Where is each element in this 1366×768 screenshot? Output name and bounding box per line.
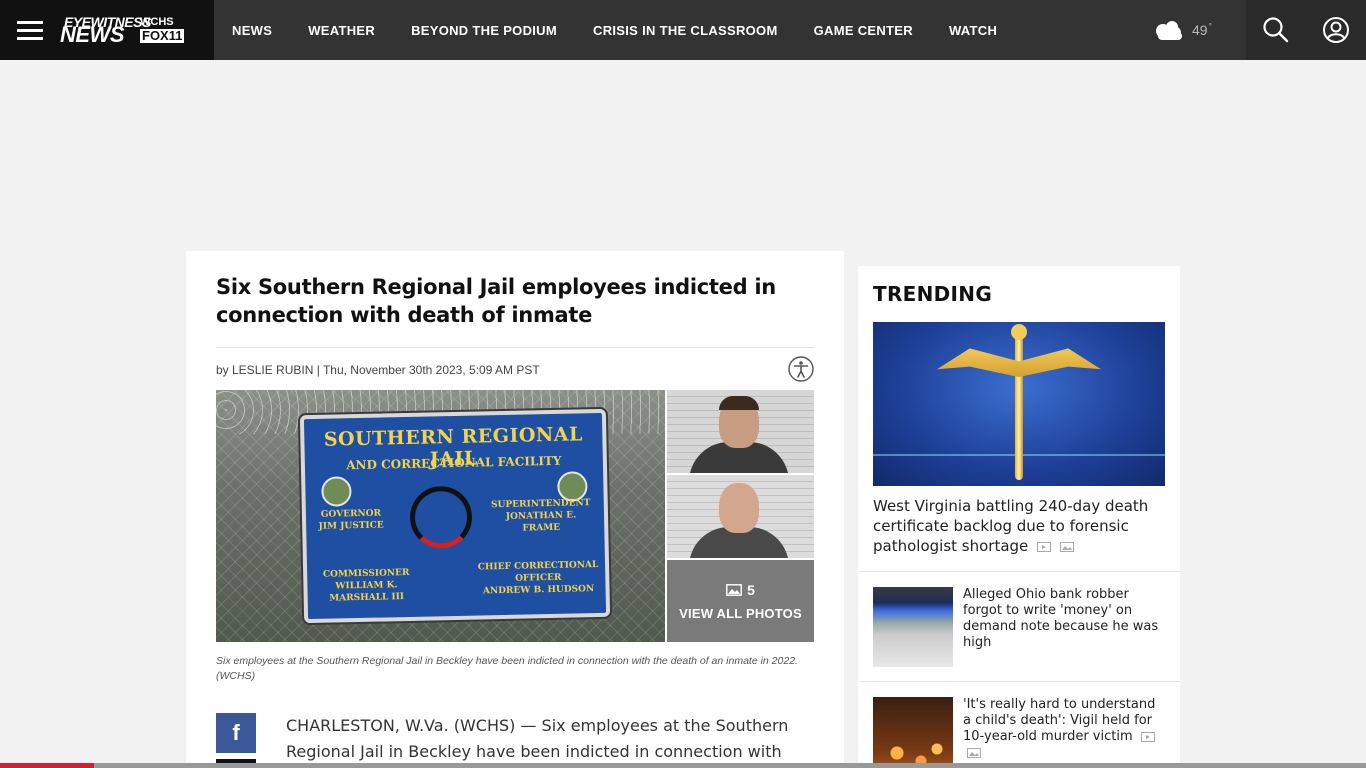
- article-body: CHARLESTON, W.Va. (WCHS) — Six employees…: [286, 716, 789, 761]
- site-logo[interactable]: EYEWITNESS NEWS WCHS FOX11: [60, 0, 214, 60]
- logo-fox: FOX11: [140, 28, 185, 43]
- header-tools: [1246, 0, 1366, 60]
- trending-thumbnail: [873, 587, 953, 667]
- divider: [858, 681, 1180, 682]
- nav-weather[interactable]: WEATHER: [308, 23, 375, 38]
- facebook-icon: f: [232, 720, 240, 745]
- trending-thumbnail: [873, 697, 953, 768]
- gallery-thumbnail-1[interactable]: [667, 390, 814, 473]
- temperature: 49°: [1192, 22, 1212, 38]
- nav-beyond-the-podium[interactable]: BEYOND THE PODIUM: [411, 23, 557, 38]
- state-seal-icon: [321, 476, 352, 507]
- image-icon: [1059, 541, 1074, 552]
- divider: [216, 347, 814, 348]
- mugshot-head: [719, 483, 759, 533]
- divider: [858, 571, 1180, 572]
- trending-lead-image[interactable]: [873, 322, 1165, 486]
- user-icon[interactable]: [1320, 14, 1352, 46]
- article-byline: by LESLIE RUBIN | Thu, November 30th 202…: [216, 363, 540, 377]
- photo-count: 5: [726, 582, 755, 598]
- image-icon: [967, 747, 981, 758]
- sign-superintendent: SUPERINTENDENT JONATHAN E. FRAME: [491, 498, 591, 534]
- trending-item-headline: Alleged Ohio bank robber forgot to write…: [963, 587, 1159, 650]
- trending-item-headline: 'It's really hard to understand a child'…: [963, 697, 1165, 761]
- main-nav: NEWS WEATHER BEYOND THE PODIUM CRISIS IN…: [214, 0, 1015, 60]
- trending-title: TRENDING: [873, 282, 993, 306]
- logo-wchs: WCHS: [140, 16, 174, 28]
- nav-game-center[interactable]: GAME CENTER: [814, 23, 913, 38]
- photo-caption: Six employees at the Southern Regional J…: [216, 655, 798, 682]
- gallery-thumbnail-2[interactable]: [667, 475, 814, 558]
- caduceus-staff: [1015, 330, 1023, 480]
- top-navigation-bar: EYEWITNESS NEWS WCHS FOX11 NEWS WEATHER …: [0, 0, 1366, 60]
- logo-news: NEWS: [60, 22, 125, 47]
- search-icon[interactable]: [1260, 14, 1292, 46]
- nav-news[interactable]: NEWS: [232, 23, 272, 38]
- image-icon: [726, 583, 742, 596]
- photo-gallery: SOUTHERN REGIONAL JAIL AND CORRECTIONAL …: [216, 390, 814, 642]
- trending-panel: TRENDING West Virginia battling 240-day …: [858, 266, 1180, 768]
- article-headline: Six Southern Regional Jail employees ind…: [216, 275, 776, 327]
- sign-commissioner: COMMISSIONER WILLIAM K. MARSHALL III: [322, 567, 410, 604]
- view-all-photos-label: VIEW ALL PHOTOS: [679, 605, 802, 621]
- view-all-photos-button[interactable]: 5 VIEW ALL PHOTOS: [667, 560, 814, 642]
- reading-progress-track: [0, 763, 1366, 768]
- video-icon: [1140, 731, 1155, 742]
- sign-governor: GOVERNOR JIM JUSTICE: [318, 508, 384, 532]
- accessibility-icon[interactable]: [788, 356, 814, 382]
- reading-progress-bar: [0, 763, 95, 768]
- nav-crisis-in-the-classroom[interactable]: CRISIS IN THE CLASSROOM: [593, 23, 778, 38]
- jail-sign: SOUTHERN REGIONAL JAIL AND CORRECTIONAL …: [299, 408, 611, 624]
- cloudy-icon: [1156, 21, 1182, 40]
- facebook-share-button[interactable]: f: [216, 713, 256, 753]
- nav-watch[interactable]: WATCH: [949, 23, 997, 38]
- video-icon: [1037, 541, 1052, 552]
- main-photo[interactable]: SOUTHERN REGIONAL JAIL AND CORRECTIONAL …: [216, 390, 665, 642]
- circle-emblem-icon: [409, 485, 473, 549]
- trending-item-1[interactable]: Alleged Ohio bank robber forgot to write…: [873, 587, 1165, 667]
- hamburger-icon[interactable]: [0, 0, 60, 60]
- article-card: Six Southern Regional Jail employees ind…: [186, 251, 844, 768]
- sign-chief: CHIEF CORRECTIONAL OFFICER ANDREW B. HUD…: [477, 560, 599, 597]
- trending-lead-headline[interactable]: West Virginia battling 240-day death cer…: [873, 496, 1165, 556]
- mugshot-hair: [719, 396, 759, 410]
- caduceus-top: [1011, 324, 1027, 340]
- weather-widget[interactable]: 49°: [1152, 14, 1212, 46]
- trending-item-2[interactable]: 'It's really hard to understand a child'…: [873, 697, 1165, 768]
